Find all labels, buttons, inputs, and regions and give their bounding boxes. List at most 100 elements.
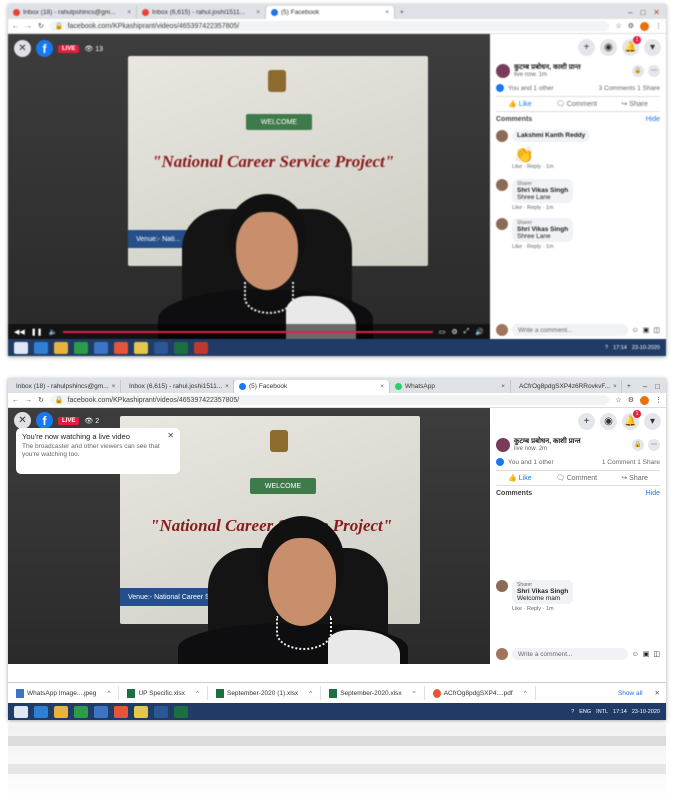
close-icon[interactable]: × [613,383,617,390]
forward-icon[interactable]: → [25,23,32,30]
emoji-icon[interactable]: ☺ [632,651,639,658]
menu-icon[interactable]: ⋮ [655,396,662,404]
profile-icon[interactable] [640,395,649,405]
media-icon[interactable] [94,341,108,354]
comment-input[interactable]: Write a comment... [512,648,628,660]
close-icon[interactable]: × [385,9,389,16]
folder-icon[interactable] [54,341,68,354]
paint-icon[interactable] [134,705,148,718]
close-icon[interactable]: × [112,383,116,390]
video-player[interactable]: WELCOME "National Career Service Project… [8,34,490,340]
chrome-icon[interactable] [114,341,128,354]
word-icon[interactable] [154,705,168,718]
tab-facebook[interactable]: (5) Facebook × [266,6,395,19]
clock-time[interactable]: 17:14 [613,709,627,715]
chevron-up-icon[interactable]: ^ [107,690,110,697]
captions-icon[interactable]: ▭ [439,328,446,336]
share-button[interactable]: ↪ Share [621,474,648,482]
excel-icon[interactable] [174,705,188,718]
page-avatar[interactable] [496,63,510,78]
page-name[interactable]: कुटम्ब प्रबोधन, काशी प्रान्त [514,63,581,72]
comment-links[interactable]: Like · Reply · 1m [490,205,666,211]
avatar[interactable] [496,580,508,592]
comment-links[interactable]: Like · Reply · 1m [490,244,666,250]
language-indicator[interactable]: ENG [579,709,591,715]
tab-whatsapp[interactable]: WhatsApp × [390,380,511,393]
download-item[interactable]: UP Specific.xlsx ^ [119,686,208,700]
more-icon[interactable]: ⋯ [648,64,660,77]
lock-icon[interactable]: 🔒 [632,64,644,77]
store-icon[interactable] [74,705,88,718]
media-icon[interactable] [94,705,108,718]
chevron-up-icon[interactable]: ^ [524,690,527,697]
close-icon[interactable]: × [225,383,229,390]
settings-icon[interactable]: ⚙ [451,328,457,336]
clock-date[interactable]: 23-10-2020 [632,345,660,351]
chevron-up-icon[interactable]: ^ [309,690,312,697]
page-name[interactable]: कुटम्ब प्रबोधन, काशी प्रान्त [514,437,581,446]
chevron-up-icon[interactable]: ^ [196,690,199,697]
account-menu-icon[interactable]: ▾ [644,413,661,430]
sticker-icon[interactable]: ◫ [653,326,660,334]
fullscreen-icon[interactable]: ⤢ [464,328,470,336]
gif-icon[interactable]: ▣ [643,326,650,334]
close-icon[interactable]: ✕ [167,431,174,440]
more-icon[interactable]: ⋯ [648,438,660,451]
tab-gmail-1[interactable]: Inbox (18) - rahulpshincs@gm... × [8,380,121,393]
profile-icon[interactable] [640,21,649,31]
close-icon[interactable]: ✕ [14,40,31,57]
chrome-icon[interactable] [114,705,128,718]
notifications-icon[interactable]: 🔔 1 [622,410,641,430]
reload-icon[interactable]: ↻ [38,22,44,30]
close-icon[interactable]: × [256,9,260,16]
messenger-icon[interactable]: ◉ [600,39,617,56]
menu-icon[interactable]: ⋮ [655,22,662,30]
back-icon[interactable]: ← [12,23,19,30]
clock-date[interactable]: 23-10-2020 [632,709,660,715]
star-icon[interactable]: ☆ [615,396,621,404]
show-all-button[interactable]: Show all [612,690,649,697]
emoji-icon[interactable]: ☺ [632,327,639,334]
comment-button[interactable]: 🗨 Comment [556,474,597,482]
hide-link[interactable]: Hide [646,490,660,497]
record-icon[interactable] [194,341,208,354]
download-item[interactable]: September-2020.xlsx ^ [321,686,425,700]
address-bar[interactable]: 🔒 facebook.com/KPkashiprant/videos/465397… [49,395,610,405]
minimize-icon[interactable]: – [628,8,632,17]
close-icon[interactable]: ✕ [14,412,31,429]
maximize-icon[interactable]: □ [655,382,660,391]
lock-icon[interactable]: 🔒 [632,438,644,451]
extension-icon[interactable]: ⚙ [628,22,634,30]
like-button[interactable]: 👍 Like [508,474,532,482]
avatar[interactable] [496,130,508,142]
sticker-icon[interactable]: ◫ [653,650,660,658]
start-icon[interactable] [14,341,28,354]
tab-pdf[interactable]: ACfrOg8pdgSXP4z6RRovkvF... × [511,380,622,393]
new-tab-button[interactable]: + [395,6,409,19]
facebook-logo-icon[interactable]: f [36,40,53,57]
close-icon[interactable]: × [380,383,384,390]
chevron-up-icon[interactable]: ^ [413,690,416,697]
facebook-logo-icon[interactable]: f [36,412,53,429]
share-button[interactable]: ↪ Share [621,100,648,108]
download-item[interactable]: WhatsApp Image....jpeg ^ [8,686,120,700]
new-tab-button[interactable]: + [622,380,636,393]
download-item[interactable]: September-2020 (1).xlsx ^ [208,686,322,700]
close-window-icon[interactable]: ✕ [653,8,660,17]
excel-icon[interactable] [174,341,188,354]
comment-button[interactable]: 🗨 Comment [556,100,597,108]
back-icon[interactable]: ← [12,397,19,404]
create-icon[interactable]: + [578,39,595,56]
volume-icon[interactable]: 🔈 [49,328,58,336]
comment-input[interactable]: Write a comment... [512,324,628,336]
tab-facebook[interactable]: (5) Facebook × [234,380,390,393]
close-icon[interactable]: ✕ [649,689,666,697]
download-item[interactable]: ACfrOg8pdgSXP4....pdf ^ [425,686,536,700]
reload-icon[interactable]: ↻ [38,396,44,404]
help-icon[interactable]: ? [605,345,608,351]
minimize-icon[interactable]: – [643,382,647,391]
address-bar[interactable]: 🔒 facebook.com/KPkashiprant/videos/465397… [49,21,610,31]
paint-icon[interactable] [134,341,148,354]
gif-icon[interactable]: ▣ [643,650,650,658]
ie-icon[interactable] [34,341,48,354]
